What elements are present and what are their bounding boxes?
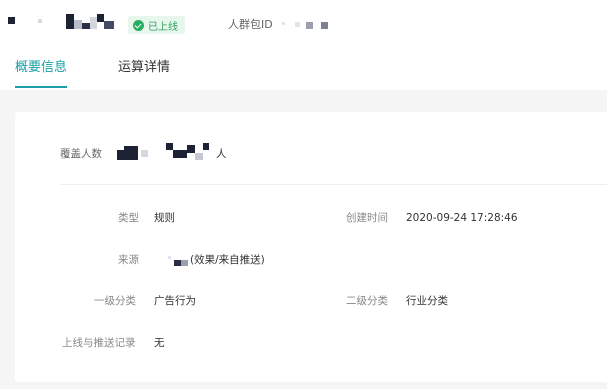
push-record-value: 无: [154, 337, 165, 349]
level2-category-label: 二级分类: [346, 295, 388, 307]
level2-category-value: 行业分类: [406, 295, 448, 307]
coverage-label: 覆盖人数: [60, 148, 102, 160]
coverage-unit: 人: [216, 148, 227, 160]
crowd-package-detail-page: 已上线 人群包ID 概要信息 运算详情 覆盖人数 人 类型 规则 创建时间 20…: [0, 0, 607, 389]
type-value: 规则: [154, 212, 175, 224]
type-label: 类型: [118, 212, 139, 224]
detail-tabs: 概要信息 运算详情: [0, 52, 607, 90]
status-text: 已上线: [148, 21, 178, 33]
check-circle-icon: [133, 19, 144, 31]
source-label: 来源: [118, 254, 139, 266]
tab-computation-details[interactable]: 运算详情: [118, 59, 170, 77]
active-tab-indicator: [15, 86, 67, 88]
status-badge: 已上线: [128, 16, 185, 34]
level1-category-label: 一级分类: [94, 295, 136, 307]
push-record-label: 上线与推送记录: [62, 337, 136, 349]
created-time-value: 2020-09-24 17:28:46: [406, 212, 518, 224]
section-divider: [60, 184, 607, 185]
detail-header: 已上线 人群包ID: [0, 0, 607, 50]
source-value: (效果/来自推送): [190, 254, 265, 266]
tab-overview[interactable]: 概要信息: [15, 59, 67, 77]
level1-category-value: 广告行为: [154, 295, 196, 307]
crowd-id-label: 人群包ID: [228, 18, 273, 31]
created-time-label: 创建时间: [346, 212, 388, 224]
